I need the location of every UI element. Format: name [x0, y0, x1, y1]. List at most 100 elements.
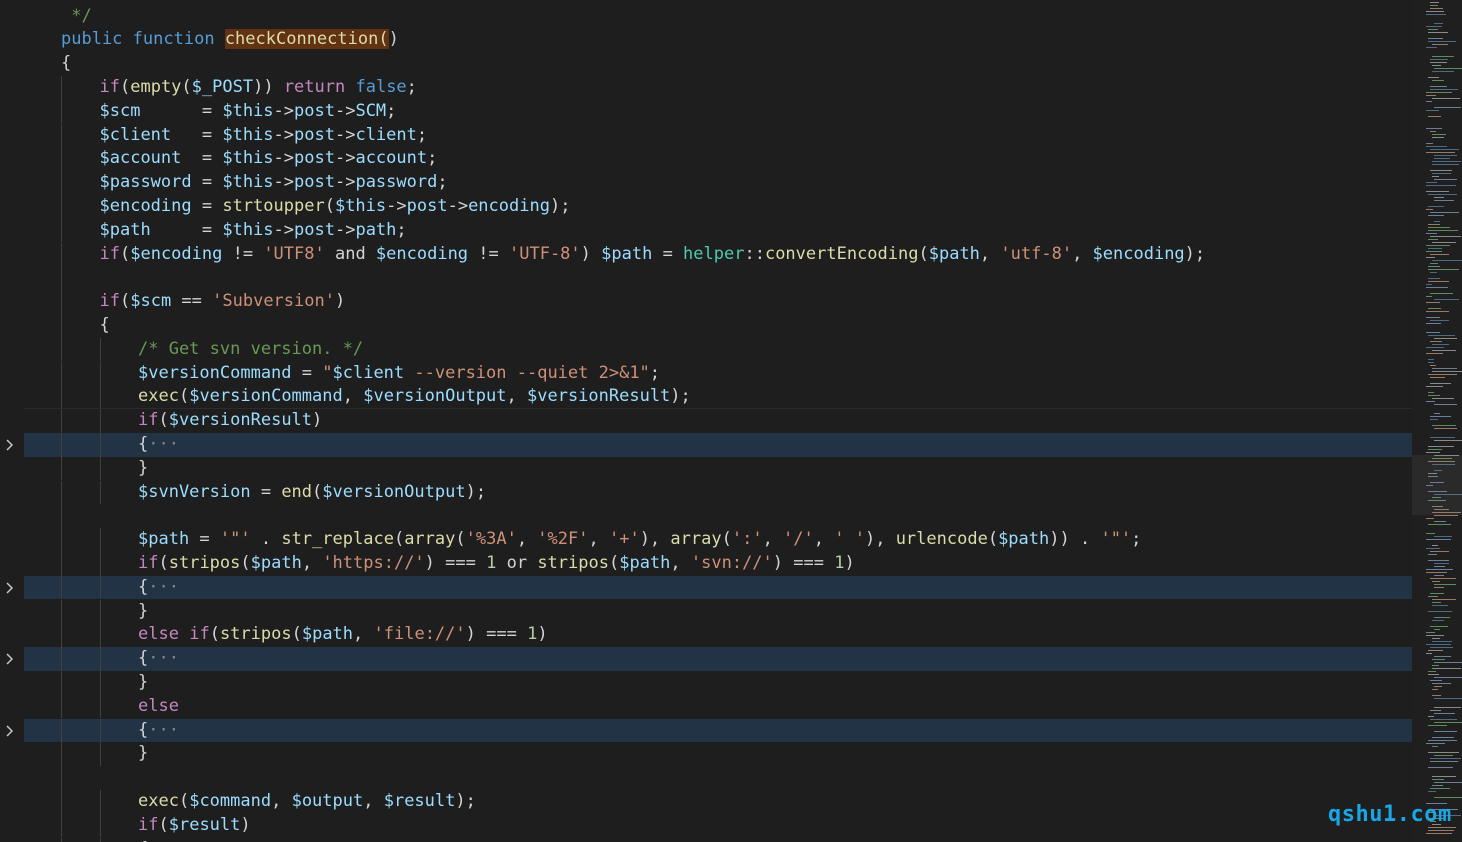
code-line[interactable]: public function checkConnection() — [24, 28, 1412, 52]
code-line[interactable]: /* Get svn version. */ — [24, 337, 1412, 362]
code-line[interactable]: $svnVersion = end($versionOutput); — [24, 480, 1412, 505]
indent-guide — [99, 575, 101, 600]
code-line[interactable]: $password = $this->post->password; — [24, 171, 1412, 195]
code-token: 'Subversion' — [212, 291, 335, 312]
code-line[interactable]: $scm = $this->post->SCM; — [24, 99, 1412, 124]
minimap-line — [1428, 32, 1448, 33]
minimap-line — [1430, 320, 1449, 321]
code-editor[interactable]: */public function checkConnection(){if(e… — [0, 0, 1462, 842]
code-line[interactable]: } — [24, 456, 1412, 481]
fold-ellipsis[interactable]: ··· — [148, 648, 179, 668]
chevron-right-icon[interactable] — [2, 437, 18, 453]
code-line[interactable]: if($versionResult) — [24, 409, 1412, 433]
minimap-line — [1426, 14, 1446, 15]
code-line[interactable]: $versionCommand = "$client --version --q… — [24, 361, 1412, 386]
minimap-line — [1430, 416, 1451, 417]
code-token: if — [138, 552, 159, 573]
code-token: $path — [928, 243, 980, 264]
folded-code-line[interactable]: {··· — [24, 718, 1412, 743]
code-token: $password — [99, 172, 192, 193]
code-tokens: { — [61, 52, 71, 76]
code-line[interactable] — [24, 504, 1412, 529]
code-line[interactable] — [24, 766, 1412, 790]
code-line[interactable]: } — [24, 742, 1412, 767]
code-line[interactable]: $path = $this->post->path; — [24, 218, 1412, 243]
minimap-line — [1430, 437, 1455, 438]
code-line[interactable]: exec($versionCommand, $versionOutput, $v… — [24, 385, 1412, 410]
code-line[interactable]: if($result) — [24, 813, 1412, 838]
indent-guide — [61, 670, 62, 695]
chevron-right-icon[interactable] — [2, 723, 18, 739]
code-line[interactable]: else if(stripos($path, 'file://') === 1) — [24, 623, 1412, 648]
minimap-line — [1430, 647, 1453, 648]
code-line[interactable]: { — [24, 313, 1412, 338]
folded-code-line[interactable]: {··· — [24, 575, 1412, 600]
indent-guide — [61, 456, 62, 481]
fold-ellipsis[interactable]: ··· — [148, 577, 179, 597]
chevron-right-icon[interactable] — [2, 580, 18, 596]
code-line[interactable]: if(empty($_POST)) return false; — [24, 75, 1412, 100]
code-token: urlencode — [895, 529, 988, 550]
code-line[interactable]: $client = $this->post->client; — [24, 123, 1412, 148]
minimap-line — [1426, 548, 1440, 549]
minimap-line — [1426, 317, 1440, 318]
indent-guide — [61, 432, 62, 457]
minimap-line — [1426, 92, 1452, 93]
code-line[interactable]: if($encoding != 'UTF8' and $encoding != … — [24, 242, 1412, 267]
code-area[interactable]: */public function checkConnection(){if(e… — [24, 0, 1412, 842]
code-token: , — [301, 552, 323, 573]
code-line[interactable]: } — [24, 670, 1412, 695]
minimap-line — [1430, 341, 1442, 342]
code-tokens: } — [138, 671, 148, 695]
code-line[interactable]: else — [24, 694, 1412, 719]
minimap-line — [1432, 785, 1443, 786]
minimap-line — [1434, 521, 1446, 522]
code-line[interactable]: if(stripos($path, 'https://') === 1 or s… — [24, 551, 1412, 576]
code-line[interactable]: $path = '"' . str_replace(array('%3A', '… — [24, 528, 1412, 552]
folded-code-line[interactable]: {··· — [24, 647, 1412, 671]
code-token: post — [294, 124, 335, 145]
code-line[interactable] — [24, 266, 1412, 291]
code-line[interactable]: { — [24, 52, 1412, 76]
minimap-line — [1426, 539, 1451, 540]
code-line[interactable]: exec($command, $output, $result); — [24, 789, 1412, 814]
code-token: )) — [253, 76, 284, 97]
fold-ellipsis[interactable]: ··· — [148, 434, 179, 454]
minimap-line — [1428, 308, 1441, 309]
minimap-line — [1426, 182, 1437, 183]
minimap-line — [1432, 56, 1454, 57]
code-token: ); — [1184, 243, 1206, 264]
minimap-line — [1428, 650, 1443, 651]
code-token: if — [189, 624, 210, 645]
chevron-right-icon[interactable] — [2, 651, 18, 667]
minimap-line — [1432, 425, 1456, 426]
folded-code-line[interactable]: {··· — [24, 432, 1412, 457]
code-line[interactable]: } — [24, 599, 1412, 624]
code-line[interactable]: if($scm == 'Subversion') — [24, 290, 1412, 314]
code-line[interactable]: $account = $this->post->account; — [24, 147, 1412, 172]
code-tokens: $path = $this->post->path; — [100, 219, 407, 243]
code-token: account — [355, 148, 428, 169]
minimap-line — [1430, 62, 1447, 63]
code-line[interactable]: */ — [24, 5, 1412, 29]
minimap-line — [1428, 227, 1450, 228]
minimap[interactable] — [1412, 0, 1462, 842]
fold-ellipsis[interactable]: ··· — [148, 720, 179, 740]
code-token: if — [138, 410, 159, 431]
code-token: = — [652, 243, 684, 264]
minimap-line — [1434, 686, 1442, 687]
code-tokens: if(empty($_POST)) return false; — [100, 76, 417, 100]
indent-guide — [61, 599, 62, 624]
code-token: $client — [99, 124, 172, 145]
minimap-line — [1426, 632, 1435, 633]
minimap-slider[interactable] — [1412, 455, 1462, 515]
minimap-line — [1426, 11, 1444, 12]
indent-guide — [99, 361, 101, 386]
code-line[interactable]: { — [24, 837, 1412, 842]
code-token: ) — [844, 552, 855, 573]
code-line[interactable]: $encoding = strtoupper($this->post->enco… — [24, 194, 1412, 219]
code-token: $this — [334, 195, 387, 216]
code-token: --version --quiet 2>&1" — [404, 362, 650, 383]
minimap-line — [1430, 377, 1445, 378]
code-token: '%2F' — [537, 529, 589, 550]
